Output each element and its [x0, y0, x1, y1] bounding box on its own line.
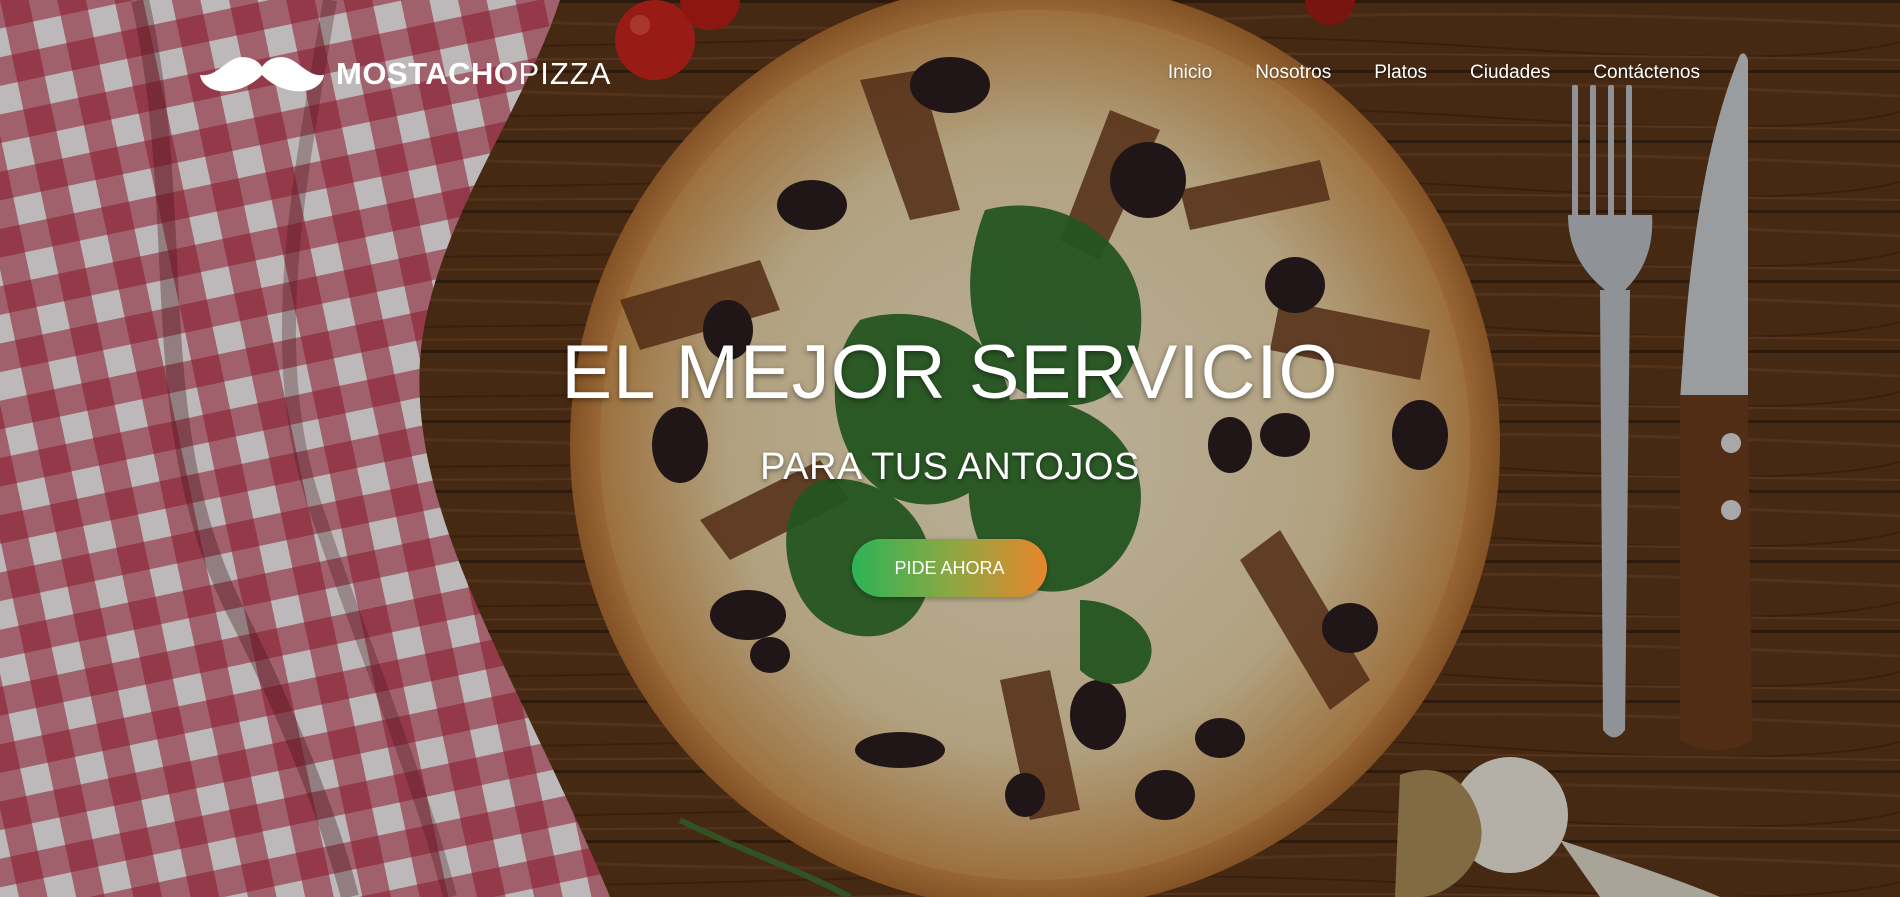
nav-item-inicio[interactable]: Inicio: [1168, 62, 1212, 84]
brand-name-light: PIZZA: [518, 56, 612, 91]
mustache-icon: [200, 57, 324, 92]
top-navbar: MOSTACHO PIZZA Inicio Nosotros Platos Ciu…: [0, 0, 1900, 150]
nav-menu: Inicio Nosotros Platos Ciudades Contácte…: [1125, 62, 1700, 84]
nav-item-contactenos[interactable]: Contáctenos: [1593, 62, 1700, 84]
order-now-button[interactable]: PIDE AHORA: [852, 539, 1047, 597]
hero-title: EL MEJOR SERVICIO: [561, 330, 1339, 415]
hero-subtitle: PARA TUS ANTOJOS: [760, 446, 1140, 488]
brand-name-strong: MOSTACHO: [336, 56, 519, 91]
nav-item-platos[interactable]: Platos: [1374, 62, 1427, 84]
brand-logo-link[interactable]: MOSTACHO PIZZA: [198, 52, 611, 96]
nav-item-nosotros[interactable]: Nosotros: [1255, 62, 1331, 84]
nav-item-ciudades[interactable]: Ciudades: [1470, 62, 1550, 84]
